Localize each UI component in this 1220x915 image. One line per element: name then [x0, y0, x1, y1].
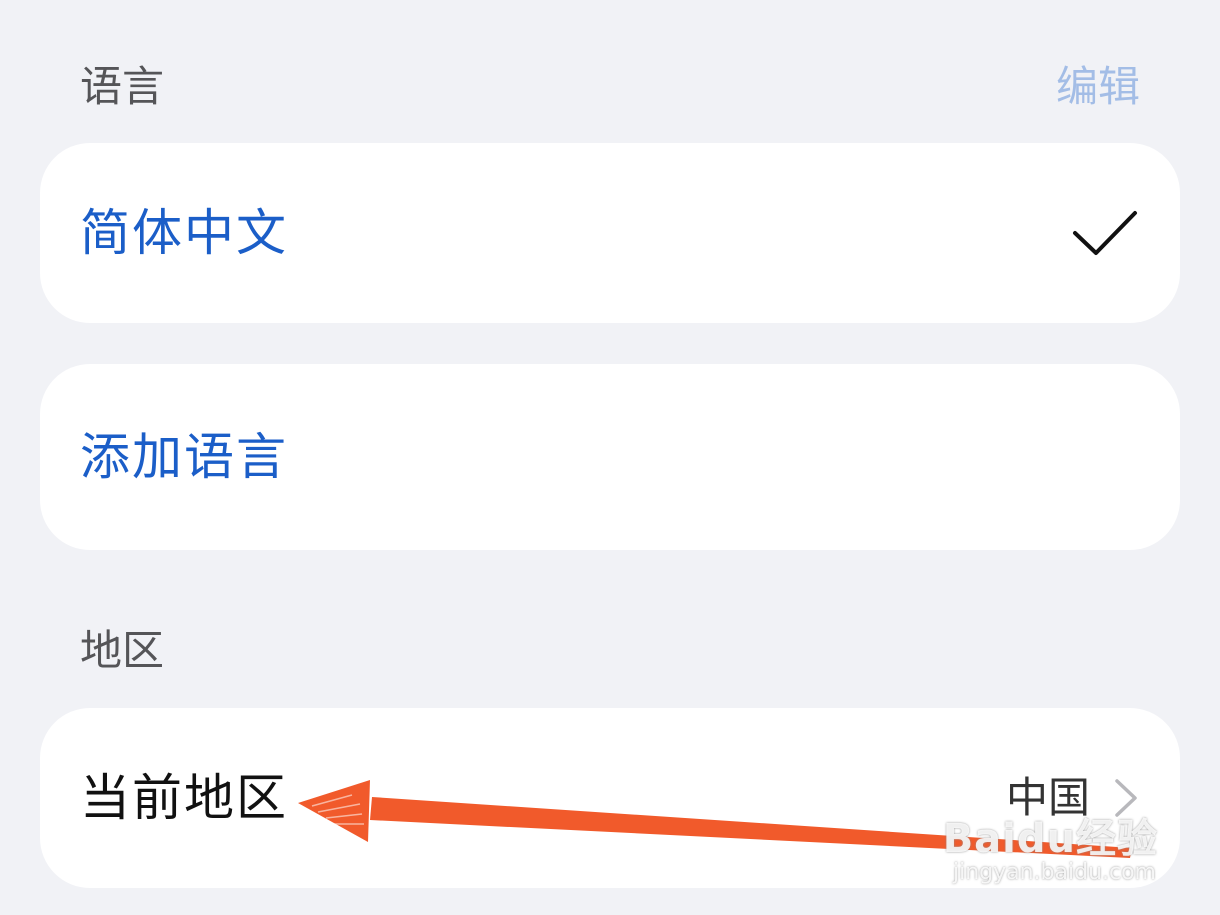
watermark-brand: Baidu经验: [942, 816, 1158, 862]
current-region-label: 当前地区: [80, 769, 288, 827]
add-language-button[interactable]: 添加语言: [40, 364, 1180, 550]
edit-button[interactable]: 编辑: [1056, 66, 1140, 108]
checkmark-icon: [1073, 211, 1137, 255]
add-language-label: 添加语言: [80, 428, 288, 486]
watermark-url: jingyan.baidu.com: [952, 860, 1156, 885]
language-section-header: 语言: [80, 62, 165, 111]
language-item-label: 简体中文: [80, 204, 288, 262]
region-section-header: 地区: [80, 626, 165, 675]
language-item-simplified-chinese[interactable]: 简体中文: [40, 143, 1180, 323]
